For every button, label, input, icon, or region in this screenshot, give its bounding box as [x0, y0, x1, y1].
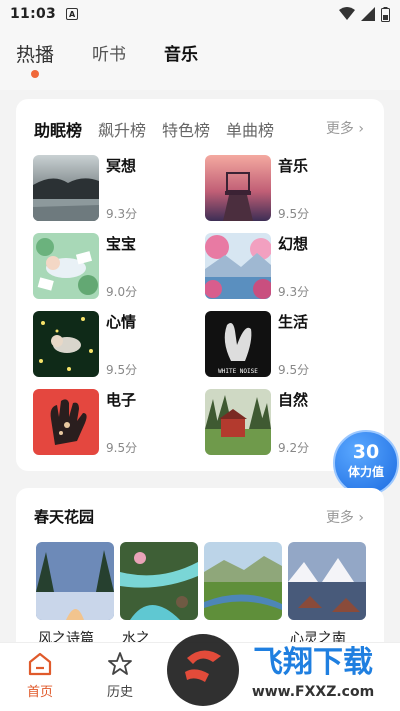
wifi-icon [339, 7, 355, 20]
top-nav: 热播 听书 音乐 [0, 28, 400, 90]
home-icon [28, 652, 52, 676]
item-score: 9.5分 [106, 441, 138, 455]
list-item-life[interactable]: WHITE NOISE 生活 9.5分 [205, 311, 375, 379]
nature-thumbnail [205, 389, 271, 455]
signal-icon [361, 7, 375, 21]
status-icons [339, 6, 390, 22]
tab-music[interactable]: 音乐 [164, 40, 198, 65]
sim-icon: A [66, 8, 79, 20]
item-name: 冥想 [106, 157, 137, 175]
status-time: 11:03 [10, 6, 57, 22]
watermark-overlay: 飞翔下载 www.FXXZ.com [165, 628, 400, 711]
list-item-music[interactable]: 音乐 9.5分 [205, 155, 375, 223]
watermark-url: www.FXXZ.com [252, 684, 374, 700]
tab-hot-label: 热播 [16, 44, 55, 66]
poster-water[interactable] [120, 542, 198, 620]
item-name: 生活 [278, 313, 309, 331]
tab-audiobook-label: 听书 [92, 45, 127, 65]
item-name: 幻想 [278, 235, 309, 253]
section-title: 春天花园 [34, 508, 95, 526]
nav-history-label: 历史 [106, 685, 133, 700]
item-score: 9.3分 [106, 207, 138, 221]
tab-rising-chart[interactable]: 飙升榜 [98, 117, 146, 141]
tab-single-chart[interactable]: 单曲榜 [226, 117, 274, 141]
item-score: 9.2分 [278, 441, 310, 455]
item-name: 心情 [106, 313, 137, 331]
item-score: 9.3分 [278, 285, 310, 299]
list-item-fantasy[interactable]: 幻想 9.3分 [205, 233, 375, 301]
item-name: 电子 [106, 391, 137, 409]
item-score: 9.5分 [278, 207, 310, 221]
battery-icon [381, 6, 390, 22]
meditation-thumbnail [33, 155, 99, 221]
stamina-value: 30 [352, 441, 380, 463]
baby-thumbnail [33, 233, 99, 299]
ranking-card: 助眠榜 飙升榜 特色榜 单曲榜 更多 › 冥想 9.3分 音乐 9.5分 宝宝 [16, 99, 384, 471]
nav-home-label: 首页 [26, 685, 53, 700]
fantasy-thumbnail [205, 233, 271, 299]
electronic-thumbnail [33, 389, 99, 455]
item-name: 宝宝 [106, 235, 137, 253]
tab-sleep-chart[interactable]: 助眠榜 [34, 117, 82, 141]
stamina-badge[interactable]: 30 体力值 [333, 430, 399, 496]
item-score: 9.0分 [106, 285, 138, 299]
list-item-mood[interactable]: 心情 9.5分 [33, 311, 203, 379]
list-item-meditation[interactable]: 冥想 9.3分 [33, 155, 203, 223]
tab-hot[interactable]: 热播 [16, 40, 55, 78]
status-bar: 11:03 A [0, 0, 400, 28]
item-score: 9.5分 [106, 363, 138, 377]
item-name: 自然 [278, 391, 309, 409]
nav-home[interactable]: 首页 [10, 651, 70, 700]
spring-more-link[interactable]: 更多 › [326, 507, 364, 527]
nav-history[interactable]: 历史 [90, 651, 150, 700]
mood-thumbnail [33, 311, 99, 377]
poster-valley[interactable] [204, 542, 282, 620]
item-name: 音乐 [278, 157, 309, 175]
music-thumbnail [205, 155, 271, 221]
watermark-text: 飞翔下载 [253, 645, 373, 680]
list-item-baby[interactable]: 宝宝 9.0分 [33, 233, 203, 301]
star-icon [108, 652, 132, 675]
poster-soul-south[interactable] [288, 542, 366, 620]
tab-music-label: 音乐 [164, 45, 199, 65]
tab-featured-chart[interactable]: 特色榜 [162, 117, 210, 141]
list-item-electronic[interactable]: 电子 9.5分 [33, 389, 203, 457]
item-score: 9.5分 [278, 363, 310, 377]
ranking-more-link[interactable]: 更多 › [326, 118, 364, 138]
white-noise-text: WHITE NOISE [218, 368, 258, 375]
poster-wind-poem[interactable] [36, 542, 114, 620]
active-tab-dot [31, 70, 39, 78]
life-thumbnail: WHITE NOISE [205, 311, 271, 377]
stamina-label: 体力值 [347, 465, 384, 479]
tab-audiobook[interactable]: 听书 [92, 40, 126, 65]
